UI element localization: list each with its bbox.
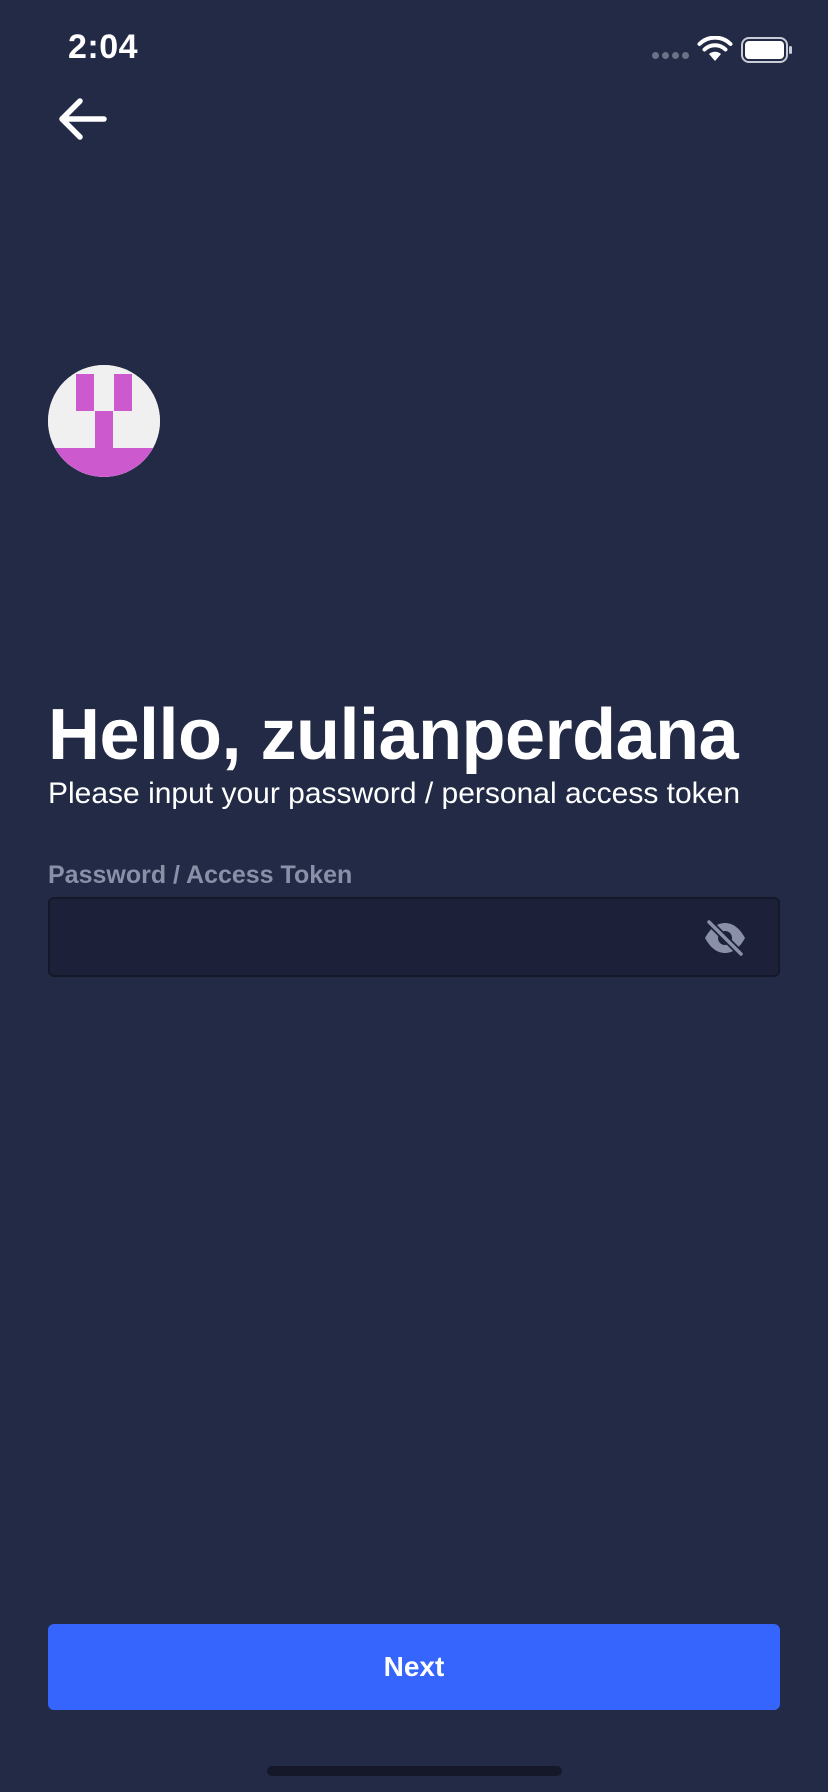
greeting-title: Hello, zulianperdana (48, 695, 739, 775)
home-indicator[interactable] (267, 1766, 562, 1776)
status-time: 2:04 (68, 28, 139, 66)
avatar (48, 365, 160, 477)
battery-icon (741, 37, 792, 63)
wifi-icon (697, 36, 733, 61)
eye-off-icon (705, 918, 745, 958)
password-field-label: Password / Access Token (48, 861, 353, 889)
arrow-left-icon (59, 98, 107, 140)
login-password-screen: 2:04 Hello, zulianperdana Please input y… (0, 0, 828, 1792)
cellular-signal-icon (652, 52, 692, 62)
next-button[interactable]: Next (48, 1624, 780, 1710)
visibility-toggle-button[interactable] (700, 913, 750, 963)
password-field[interactable] (48, 897, 780, 977)
back-button[interactable] (48, 90, 114, 148)
status-bar: 2:04 (0, 0, 828, 100)
identicon-icon (48, 365, 160, 477)
greeting-subtitle: Please input your password / personal ac… (48, 777, 741, 810)
password-input[interactable] (70, 899, 714, 977)
